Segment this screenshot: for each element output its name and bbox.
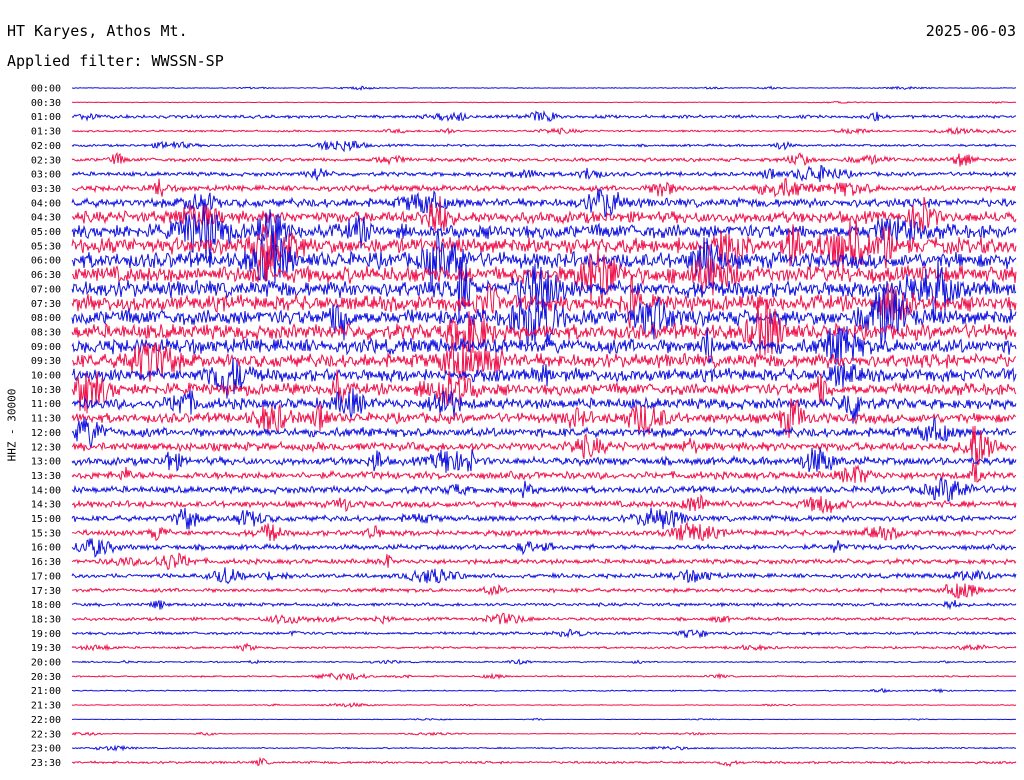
trace-row <box>71 152 1017 167</box>
row-label: 22:00 <box>31 715 61 726</box>
trace-row <box>71 521 1017 542</box>
trace-row <box>71 110 1017 123</box>
row-label: 03:30 <box>31 184 61 195</box>
helicorder-chart: 00:00 00:30 01:00 01:30 02:00 02:30 03:00 03:30… <box>31 84 1017 769</box>
row-label: 04:30 <box>31 213 61 224</box>
trace-row <box>72 717 1017 721</box>
trace-row <box>71 177 1017 198</box>
row-label: 23:00 <box>31 744 61 755</box>
trace-row <box>71 658 1017 665</box>
row-label: 00:00 <box>31 84 61 95</box>
row-label: 04:00 <box>31 198 61 209</box>
trace-row <box>72 612 1017 626</box>
row-label: 12:00 <box>31 428 61 439</box>
row-label: 00:30 <box>31 98 61 109</box>
trace-row <box>71 462 1017 483</box>
row-label: 18:30 <box>31 614 61 625</box>
trace-row <box>71 731 1017 737</box>
row-label: 03:00 <box>31 170 61 181</box>
row-label: 17:30 <box>31 586 61 597</box>
row-label: 11:00 <box>31 399 61 410</box>
row-label: 02:00 <box>31 141 61 152</box>
trace-row <box>71 164 1017 183</box>
trace-row <box>71 552 1017 571</box>
row-label: 08:00 <box>31 313 61 324</box>
row-label: 22:30 <box>31 729 61 740</box>
row-label: 01:00 <box>31 112 61 123</box>
row-label: 01:30 <box>31 127 61 138</box>
row-label: 21:00 <box>31 686 61 697</box>
row-label: 13:00 <box>31 457 61 468</box>
row-label: 15:00 <box>31 514 61 525</box>
trace-row <box>71 672 1017 681</box>
row-label: 11:30 <box>31 414 61 425</box>
row-label: 06:00 <box>31 256 61 267</box>
row-label: 09:30 <box>31 356 61 367</box>
row-label: 19:30 <box>31 643 61 654</box>
row-label: 20:00 <box>31 658 61 669</box>
trace-row <box>71 628 1017 639</box>
row-label: 17:00 <box>31 571 61 582</box>
row-label: 02:30 <box>31 155 61 166</box>
trace-row <box>71 257 1017 322</box>
row-label: 08:30 <box>31 327 61 338</box>
row-label: 09:00 <box>31 342 61 353</box>
row-label: 10:30 <box>31 385 61 396</box>
trace-row <box>71 538 1017 558</box>
trace-row <box>72 126 1017 136</box>
row-label: 16:30 <box>31 557 61 568</box>
trace-row <box>71 567 1017 585</box>
trace-group <box>71 85 1017 768</box>
trace-row <box>71 756 1017 768</box>
trace-row <box>71 583 1017 599</box>
trace-row <box>71 687 1017 694</box>
row-label: 05:30 <box>31 241 61 252</box>
trace-row <box>71 139 1017 153</box>
row-label: 07:00 <box>31 284 61 295</box>
trace-row <box>72 100 1017 105</box>
row-label: 15:30 <box>31 528 61 539</box>
row-label: 18:00 <box>31 600 61 611</box>
row-label-group: 00:00 00:30 01:00 01:30 02:00 02:30 03:00 03:30… <box>31 84 61 769</box>
trace-row <box>71 702 1017 708</box>
row-label: 20:30 <box>31 672 61 683</box>
row-label: 19:00 <box>31 629 61 640</box>
trace-row <box>71 493 1017 515</box>
row-label: 06:30 <box>31 270 61 281</box>
row-label: 05:00 <box>31 227 61 238</box>
row-label: 21:30 <box>31 701 61 712</box>
row-label: 10:00 <box>31 371 61 382</box>
row-label: 07:30 <box>31 299 61 310</box>
trace-row <box>71 600 1017 611</box>
row-label: 23:30 <box>31 758 61 769</box>
trace-row <box>71 447 1017 473</box>
row-label: 13:30 <box>31 471 61 482</box>
row-label: 12:30 <box>31 442 61 453</box>
row-label: 14:00 <box>31 485 61 496</box>
trace-row <box>71 507 1017 530</box>
trace-row <box>72 744 1017 752</box>
row-label: 14:30 <box>31 500 61 511</box>
row-label: 16:00 <box>31 543 61 554</box>
trace-row <box>71 642 1017 652</box>
trace-row <box>71 85 1016 91</box>
trace-row <box>71 477 1017 502</box>
